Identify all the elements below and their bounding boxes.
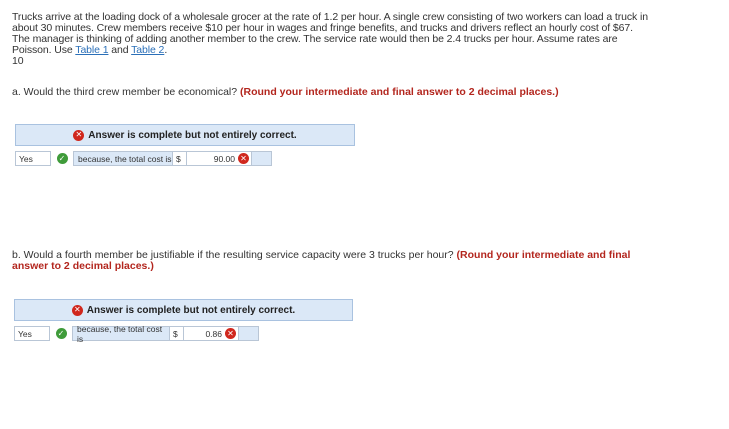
part-a-check-mark: ✓ bbox=[55, 153, 69, 164]
problem-number: 10 bbox=[12, 55, 24, 67]
part-b-dollar-text: $ bbox=[173, 328, 178, 339]
x-circle-icon: ✕ bbox=[73, 129, 85, 141]
part-a-banner-text: Answer is complete but not entirely corr… bbox=[88, 129, 297, 141]
table-2-link[interactable]: Table 2 bbox=[131, 44, 164, 56]
part-b-select-value: Yes bbox=[18, 328, 32, 339]
part-a-question-text: a. Would the third crew member be econom… bbox=[12, 86, 240, 98]
part-b-yes-no-select[interactable]: Yes bbox=[14, 326, 50, 341]
part-b-answer-row: Yes ✓ because, the total cost is $ 0.86 … bbox=[14, 323, 259, 344]
part-b-because-text: because, the total cost is bbox=[77, 323, 163, 344]
part-a-answer-input[interactable]: 90.00 ✕ bbox=[187, 151, 252, 166]
x-circle-icon: ✕ bbox=[238, 153, 249, 164]
part-b-trailing-cell bbox=[239, 326, 259, 341]
part-a-because-label: because, the total cost is bbox=[73, 151, 173, 166]
part-b-check-mark: ✓ bbox=[54, 328, 68, 339]
part-b-question: b. Would a fourth member be justifiable … bbox=[12, 250, 652, 272]
part-a-answer-value: 90.00 bbox=[213, 153, 235, 164]
part-a-instruction: (Round your intermediate and final answe… bbox=[240, 86, 559, 98]
part-a-dollar-text: $ bbox=[176, 153, 181, 164]
part-b-banner-text: Answer is complete but not entirely corr… bbox=[86, 304, 296, 316]
problem-and: and bbox=[108, 44, 132, 56]
table-1-link[interactable]: Table 1 bbox=[75, 44, 108, 56]
part-a-because-text: because, the total cost is bbox=[78, 153, 172, 164]
problem-statement: Trucks arrive at the loading dock of a w… bbox=[12, 12, 652, 67]
x-circle-icon: ✕ bbox=[225, 328, 236, 339]
part-b-because-label: because, the total cost is bbox=[72, 323, 170, 344]
part-b-answer-value: 0.86 bbox=[205, 328, 222, 339]
check-circle-icon: ✓ bbox=[56, 153, 68, 164]
part-b-result-banner: ✕ Answer is complete but not entirely co… bbox=[14, 299, 353, 321]
part-b-dollar-sign: $ bbox=[170, 326, 184, 341]
check-circle-icon: ✓ bbox=[55, 328, 67, 339]
part-a-select-value: Yes bbox=[19, 153, 33, 164]
x-circle-icon: ✕ bbox=[71, 304, 83, 316]
part-a-result-banner: ✕ Answer is complete but not entirely co… bbox=[15, 124, 355, 146]
part-a-yes-no-select[interactable]: Yes bbox=[15, 151, 51, 166]
problem-period: . bbox=[164, 44, 168, 56]
part-a-question: a. Would the third crew member be econom… bbox=[12, 87, 652, 98]
part-a-dollar-sign: $ bbox=[173, 151, 187, 166]
part-a-trailing-cell bbox=[252, 151, 272, 166]
part-b-answer-input[interactable]: 0.86 ✕ bbox=[184, 326, 239, 341]
part-a-answer-row: Yes ✓ because, the total cost is $ 90.00… bbox=[15, 151, 272, 166]
